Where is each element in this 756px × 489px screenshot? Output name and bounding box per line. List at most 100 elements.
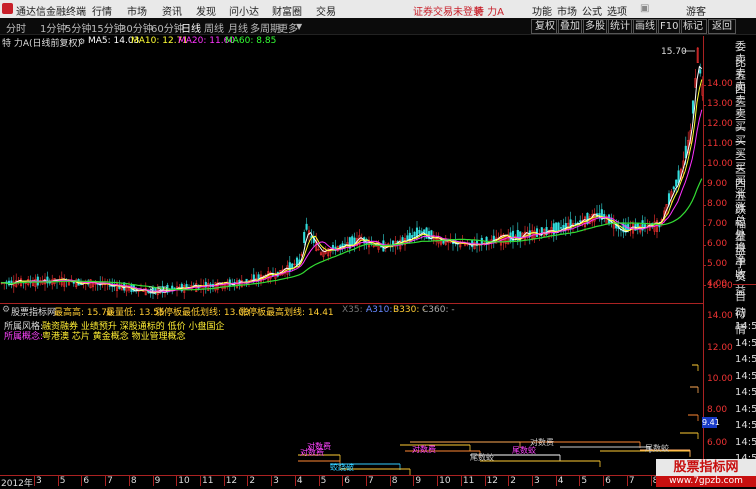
date-axis-tickmark (105, 476, 107, 486)
date-axis-tickmark (389, 476, 391, 486)
candlesticks (0, 47, 703, 299)
tick-panel-item: 14:50 (735, 387, 756, 398)
candle-body (672, 186, 675, 190)
app-title: 通达信金融终端 (16, 7, 86, 18)
period-30min[interactable]: 30分钟 (120, 20, 153, 35)
price-axis-tickmark (703, 105, 706, 106)
period-toolbar: 分时 1分钟 5分钟 15分钟 30分钟 60分钟 日线 周线 月线 多周期 更… (0, 18, 756, 35)
candle-body (579, 220, 582, 223)
date-axis-tickmark (128, 476, 130, 486)
date-axis-tickmark (318, 476, 320, 486)
tool-duogu[interactable]: 多股 (581, 19, 609, 34)
candle-body (699, 69, 702, 74)
login-warning[interactable]: 证券交易未登录 (413, 3, 483, 18)
tool-huaxian[interactable]: 画线 (631, 19, 659, 34)
date-axis-month: 8 (391, 476, 398, 486)
menu-faxian[interactable]: 发现 (196, 3, 216, 18)
menu-shichang[interactable]: 市场 (127, 3, 147, 18)
watermark-url: www.7gpzb.com (656, 476, 756, 487)
price-axis-tick: 9.00 (707, 179, 728, 189)
more-chevron-icon[interactable]: ▼ (296, 22, 302, 31)
candle-body (228, 279, 231, 287)
period-1min[interactable]: 1分钟 (40, 20, 66, 35)
period-5min[interactable]: 5分钟 (65, 20, 91, 35)
period-daily[interactable]: 日线 (181, 20, 201, 35)
period-multi[interactable]: 多周期 (250, 20, 280, 35)
date-axis-month: 12 (486, 476, 499, 486)
tool-biaoji[interactable]: 标记 (679, 19, 707, 34)
candle-body (108, 285, 111, 287)
date-axis-tickmark (603, 476, 605, 486)
price-axis-tick: 10.00 (707, 159, 733, 169)
menu-wenxiaoda[interactable]: 问小达 (229, 3, 259, 18)
menu-shichang-right[interactable]: 市场 (557, 3, 577, 18)
menu-jiaoyi[interactable]: 交易 (316, 3, 336, 18)
date-axis-month: 9 (154, 476, 161, 486)
tool-diejia[interactable]: 叠加 (556, 19, 584, 34)
price-axis-tickmark (703, 245, 706, 246)
menu-caifuquan[interactable]: 财富圈 (272, 3, 302, 18)
tool-fuquan[interactable]: 复权 (531, 19, 559, 34)
date-axis-tickmark (271, 476, 273, 486)
price-axis-tickmark (703, 165, 706, 166)
price-axis-tickmark (703, 85, 706, 86)
date-axis-month: 6 (83, 476, 90, 486)
tick-panel-item: 14:50 (735, 321, 756, 332)
period-weekly[interactable]: 周线 (204, 20, 224, 35)
candle-body (303, 231, 306, 244)
date-axis-tickmark (57, 476, 59, 486)
menu-gongshi[interactable]: 公式 (582, 3, 602, 18)
menu-xuanxiang[interactable]: 选项 (607, 3, 627, 18)
period-monthly[interactable]: 月线 (228, 20, 248, 35)
period-fenshi[interactable]: 分时 (6, 20, 26, 35)
date-axis-month: 11 (202, 476, 214, 486)
candle-body (413, 231, 416, 237)
ma60-label: MA60: 8.85 (225, 36, 277, 46)
tool-fanhui[interactable]: 返回 (708, 19, 736, 34)
menu-hangqing[interactable]: 行情 (92, 3, 112, 18)
tool-tongji[interactable]: 统计 (606, 19, 634, 34)
account-icon[interactable]: ▣ (640, 3, 649, 14)
menu-gongneng[interactable]: 功能 (532, 3, 552, 18)
date-axis-tickmark (626, 476, 628, 486)
panel-divider (0, 303, 703, 304)
high-price-label: 15.70 (661, 47, 687, 57)
date-axis-month: 11 (462, 476, 475, 486)
candle-body (415, 227, 419, 238)
axis-separator (703, 36, 704, 475)
ma60-line (0, 178, 703, 291)
candle-body (559, 227, 563, 229)
date-axis-month: 6 (344, 476, 351, 486)
date-axis-tickmark (508, 476, 510, 486)
user-label[interactable]: 游客 (686, 3, 706, 18)
date-axis-month: 5 (581, 476, 588, 486)
date-axis-month: 4 (296, 476, 303, 486)
top-menu-bar: 通达信金融终端 行情 市场 资讯 发现 问小达 财富圈 交易 证券交易未登录 特… (0, 0, 756, 18)
menu-zixun[interactable]: 资讯 (162, 3, 182, 18)
price-axis-tick: 8.00 (707, 199, 728, 209)
candle-body (420, 231, 423, 233)
period-more[interactable]: 更多 (278, 20, 298, 35)
indicator-axis-tick: 10.00 (707, 374, 733, 384)
date-axis-tickmark (34, 476, 35, 486)
settings-gear-icon[interactable]: ⚙ (78, 37, 85, 46)
date-axis-month: 6 (605, 476, 611, 486)
date-axis-month: 9 (415, 476, 422, 486)
indicator-chart[interactable]: 对数费对数费对数费蛟跷破对数费尾数蛟尾数蛟对数费尾数蛟 (0, 305, 703, 475)
date-axis-month: 3 (273, 476, 279, 486)
price-axis-tickmark (703, 285, 706, 286)
ma20-line (0, 109, 703, 293)
date-axis-tickmark (437, 476, 439, 486)
date-axis-tickmark (366, 476, 367, 486)
period-60min[interactable]: 60分钟 (151, 20, 184, 35)
watermark: 股票指标网 www.7gpzb.com (656, 459, 756, 487)
price-chart[interactable]: 15.70 3.59 (0, 47, 703, 299)
date-axis-month: 10 (178, 476, 190, 486)
date-axis-month: 7 (107, 476, 113, 486)
date-axis-month: 5 (320, 476, 327, 486)
period-15min[interactable]: 15分钟 (91, 20, 124, 35)
candle-body (691, 100, 695, 114)
low-price-label: 3.59 (148, 286, 168, 296)
date-axis-tickmark (555, 476, 557, 486)
price-axis-tickmark (703, 265, 706, 266)
